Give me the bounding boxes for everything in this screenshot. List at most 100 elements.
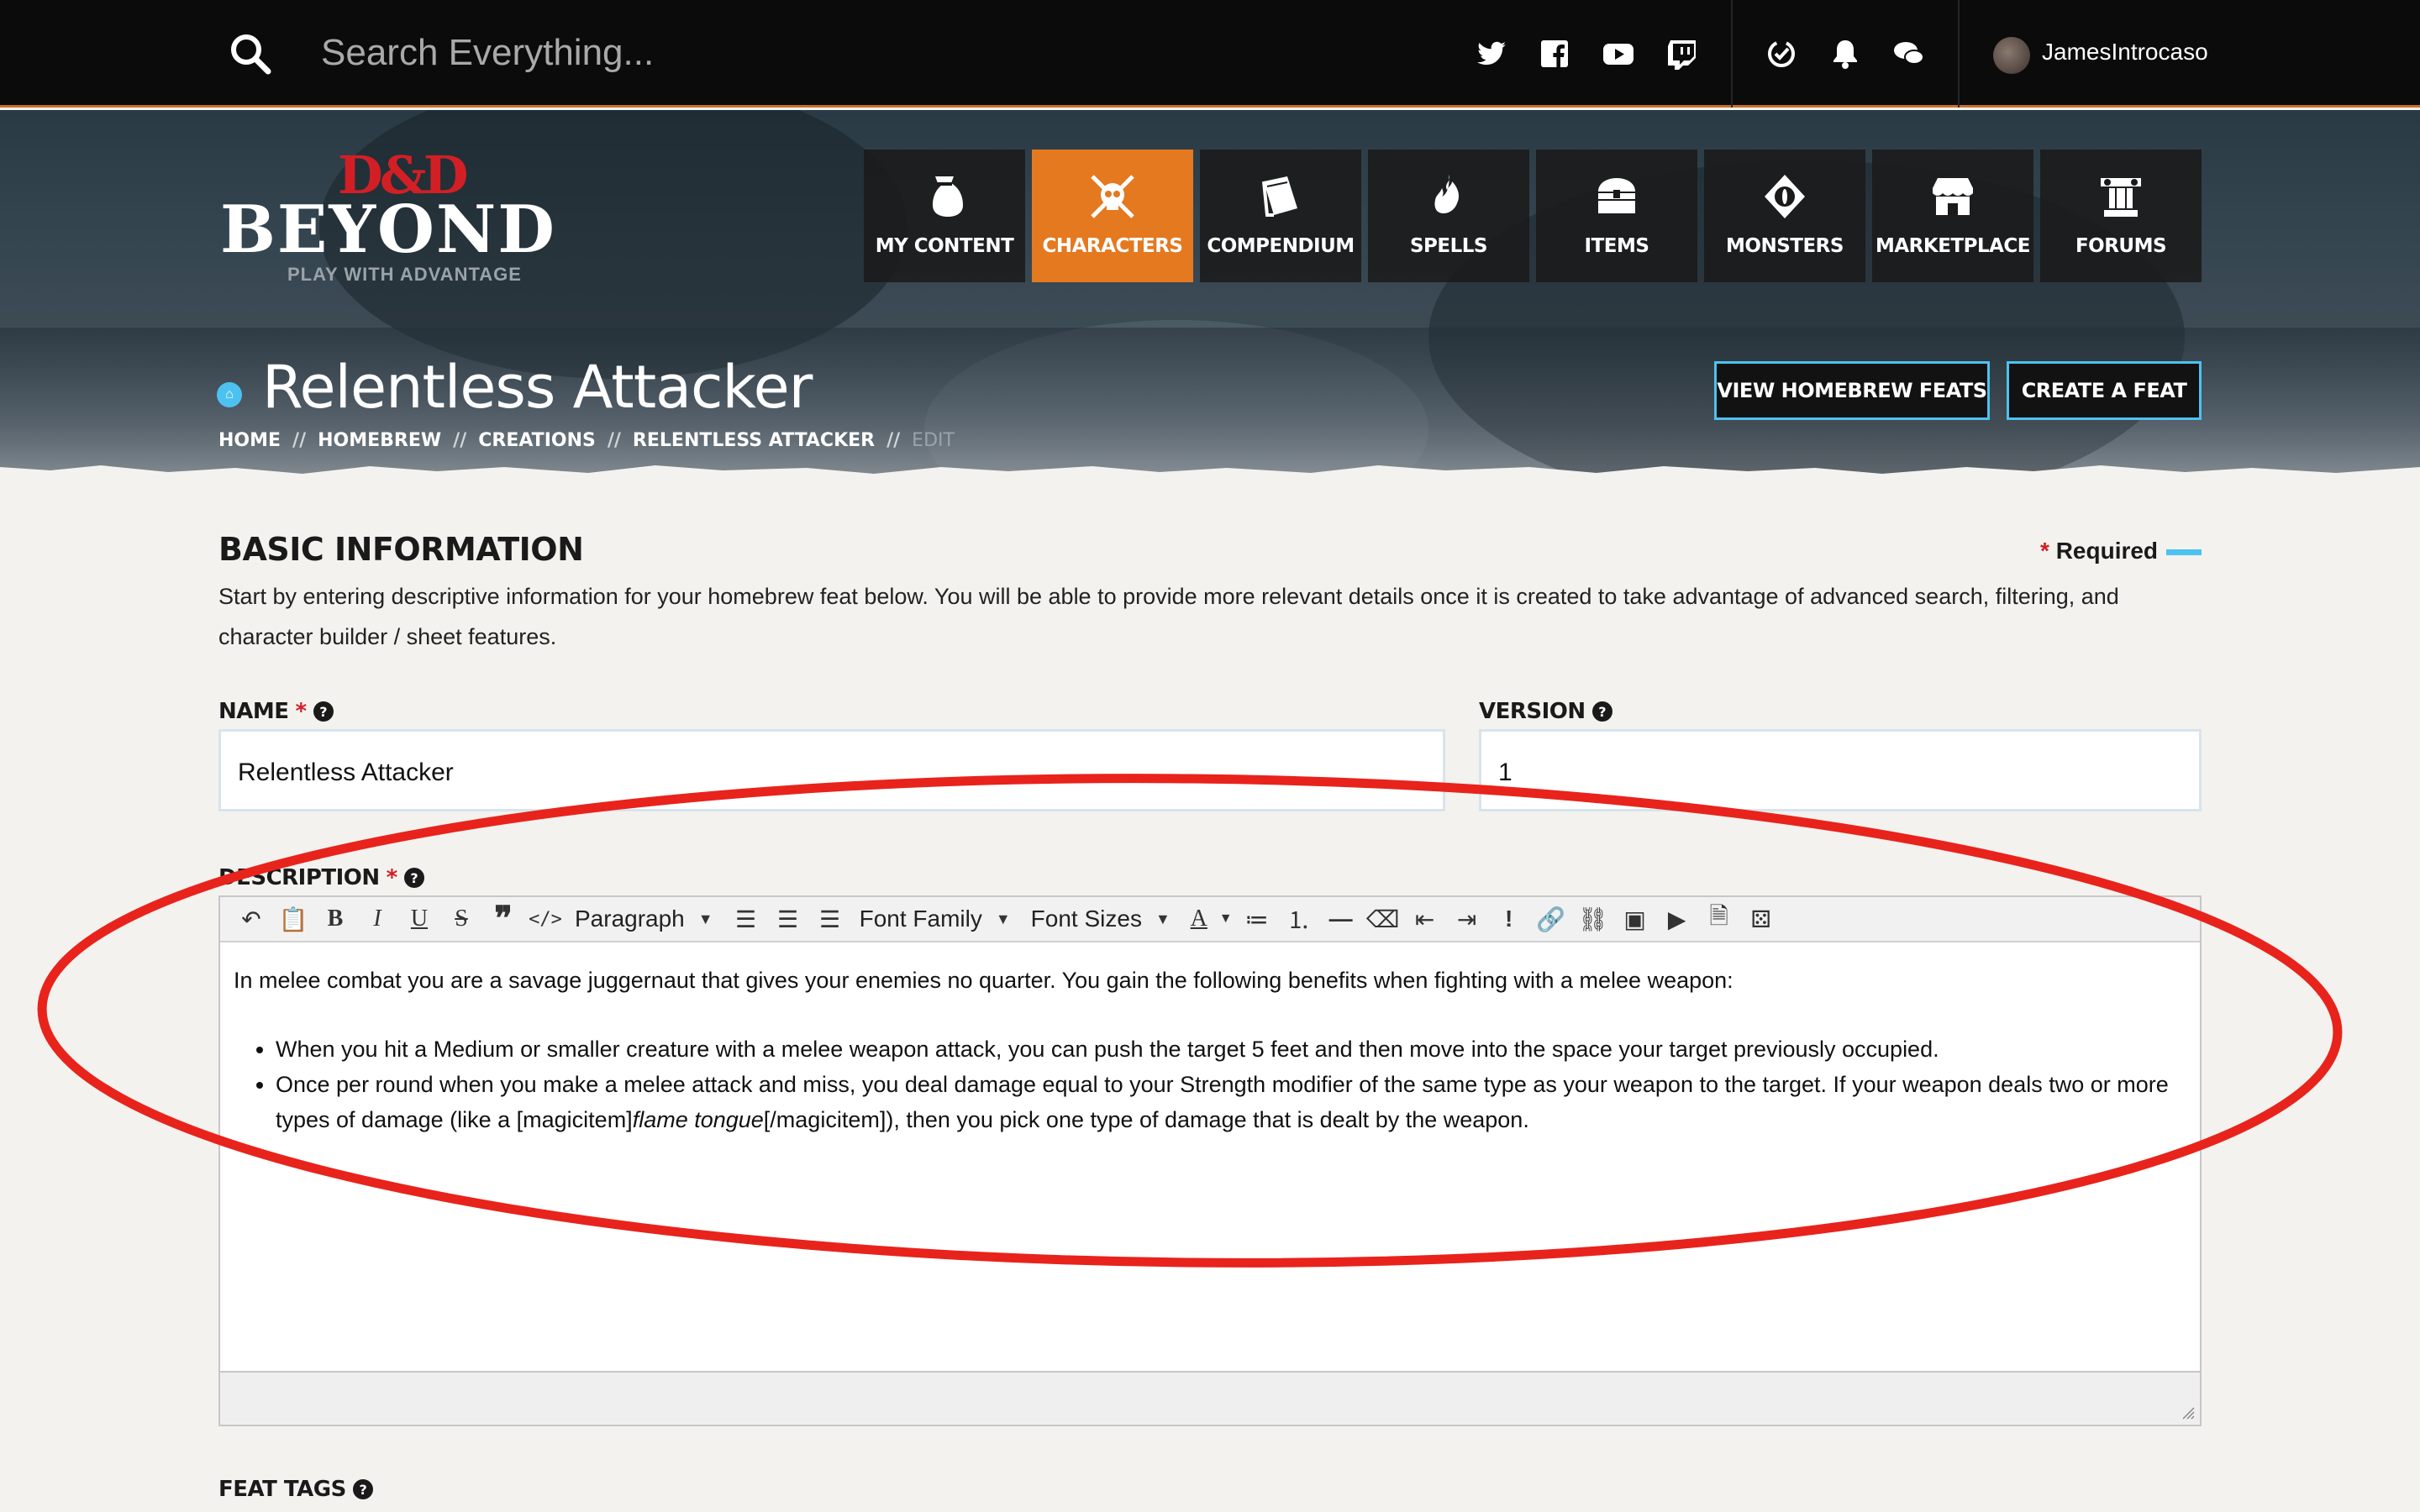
facebook-icon[interactable] [1538,37,1571,71]
nav-compendium[interactable]: COMPENDIUM [1200,150,1361,282]
view-homebrew-feats-button[interactable]: VIEW HOMEBREW FEATS [1714,361,1990,420]
feat-tags-label-text: FEAT TAGS [218,1477,346,1502]
italic-icon[interactable]: I [356,896,398,942]
paragraph-dropdown[interactable]: Paragraph ▼ [566,896,725,942]
description-label: DESCRIPTION * ? [218,865,424,890]
text-color-icon[interactable]: A [1182,896,1216,942]
subscription-icon[interactable] [1765,37,1798,71]
nav-monsters[interactable]: MONSTERS [1704,150,1865,282]
exclamation-icon[interactable]: ! [1488,896,1530,942]
bullet-list-icon[interactable]: ≔ [1236,896,1278,942]
nav-items[interactable]: ITEMS [1536,150,1697,282]
bell-icon[interactable] [1828,37,1862,71]
image-icon[interactable]: ▣ [1614,896,1656,942]
breadcrumb-separator: // [453,430,467,451]
breadcrumb-separator: // [607,430,621,451]
paragraph-label: Paragraph [575,906,685,932]
page-title: Relentless Attacker [262,353,813,422]
breadcrumb: HOME // HOMEBREW // CREATIONS // RELENTL… [218,430,955,451]
nav-my-content[interactable]: MY CONTENT [864,150,1025,282]
chevron-down-icon: ▼ [1155,910,1171,927]
eraser-icon[interactable]: ⌫ [1362,896,1404,942]
numbered-list-icon[interactable]: ⒈ [1278,896,1320,942]
resize-handle-icon[interactable] [2180,1404,2195,1420]
font-family-label: Font Family [859,906,982,932]
nav-forums[interactable]: FORUMS [2040,150,2202,282]
link-icon[interactable]: 🔗 [1530,896,1572,942]
required-star: * [295,699,308,724]
chat-icon[interactable] [1892,37,1926,71]
description-editor[interactable]: ↶ 📋 B I U S ❞ </> Paragraph ▼ ☰ ☰ ☰ Font … [218,895,2202,1426]
create-a-feat-button[interactable]: CREATE A FEAT [2007,361,2202,420]
nav-characters[interactable]: CHARACTERS [1032,150,1193,282]
unlink-icon[interactable]: ⛓ [1572,896,1614,942]
breadcrumb-homebrew[interactable]: HOMEBREW [318,430,441,451]
video-icon[interactable]: ▶ [1656,896,1698,942]
torn-paper-edge [0,465,2420,486]
breadcrumb-separator: // [292,430,307,451]
indent-icon[interactable]: ⇥ [1446,896,1488,942]
font-sizes-dropdown[interactable]: Font Sizes ▼ [1023,896,1182,942]
book-icon [1262,176,1297,217]
chevron-down-icon[interactable]: ▼ [1216,896,1236,942]
logo[interactable]: BEYOND [220,192,556,268]
nav-marketplace[interactable]: MARKETPLACE [1872,150,2033,282]
version-label-text: VERSION [1479,699,1586,724]
font-family-dropdown[interactable]: Font Family ▼ [851,896,1023,942]
outdent-icon[interactable]: ⇤ [1404,896,1446,942]
bag-icon [933,176,963,217]
strikethrough-icon[interactable]: S [440,896,482,942]
nav-label: SPELLS [1409,235,1488,257]
magic-item-name: flame tongue [632,1107,764,1132]
blockquote-icon[interactable]: ❞ [482,896,524,942]
underline-icon[interactable]: U [398,896,440,942]
nav-label: MARKETPLACE [1875,235,2031,257]
editor-toolbar: ↶ 📋 B I U S ❞ </> Paragraph ▼ ☰ ☰ ☰ Font … [220,897,2200,942]
help-icon[interactable]: ? [1591,701,1612,722]
help-icon[interactable]: ? [313,701,334,722]
version-field[interactable]: 1 [1479,729,2202,811]
code-icon[interactable]: </> [524,896,566,942]
source-code-icon[interactable]: 🗎 [1698,896,1740,942]
username[interactable]: JamesIntrocaso [2042,39,2208,66]
align-right-icon[interactable]: ☰ [809,896,851,942]
font-sizes-label: Font Sizes [1030,906,1142,932]
logo-tagline: PLAY WITH ADVANTAGE [287,264,522,285]
list-item: Once per round when you make a melee att… [276,1067,2186,1137]
section-title: BASIC INFORMATION [218,531,584,568]
youtube-icon[interactable] [1602,37,1635,71]
chevron-down-icon: ▼ [697,910,713,927]
search-icon[interactable] [229,32,272,76]
chevron-down-icon: ▼ [995,910,1011,927]
dice-icon[interactable]: ⚄ [1740,896,1782,942]
editor-statusbar [220,1371,2200,1425]
align-left-icon[interactable]: ☰ [725,896,767,942]
homebrew-icon: ⌂ [217,382,242,407]
breadcrumb-home[interactable]: HOME [218,430,281,451]
search-input[interactable]: Search Everything... [321,32,654,74]
horizontal-rule-icon[interactable]: — [1320,896,1362,942]
help-icon[interactable]: ? [352,1479,373,1499]
twitter-icon[interactable] [1476,37,1509,71]
avatar[interactable] [1993,37,2030,74]
monster-eye-icon [1765,175,1805,218]
breadcrumb-creations[interactable]: CREATIONS [478,430,596,451]
nav-label: COMPENDIUM [1207,235,1355,257]
benefits-list: When you hit a Medium or smaller creatur… [234,1032,2186,1137]
align-center-icon[interactable]: ☰ [767,896,809,942]
undo-icon[interactable]: ↶ [230,896,272,942]
breadcrumb-relentless-attacker[interactable]: RELENTLESS ATTACKER [633,430,875,451]
required-star: * [386,865,398,890]
feat-tags-label: FEAT TAGS ? [218,1477,373,1502]
name-label: NAME * ? [218,699,334,724]
editor-content[interactable]: In melee combat you are a savage juggern… [220,944,2200,1373]
divider [1958,0,1960,108]
bold-icon[interactable]: B [314,896,356,942]
paste-icon[interactable]: 📋 [272,896,314,942]
breadcrumb-separator: // [886,430,901,451]
version-label: VERSION ? [1479,699,1612,724]
help-icon[interactable]: ? [403,868,424,888]
name-field[interactable]: Relentless Attacker [218,729,1445,811]
twitch-icon[interactable] [1665,37,1699,71]
nav-spells[interactable]: SPELLS [1368,150,1529,282]
